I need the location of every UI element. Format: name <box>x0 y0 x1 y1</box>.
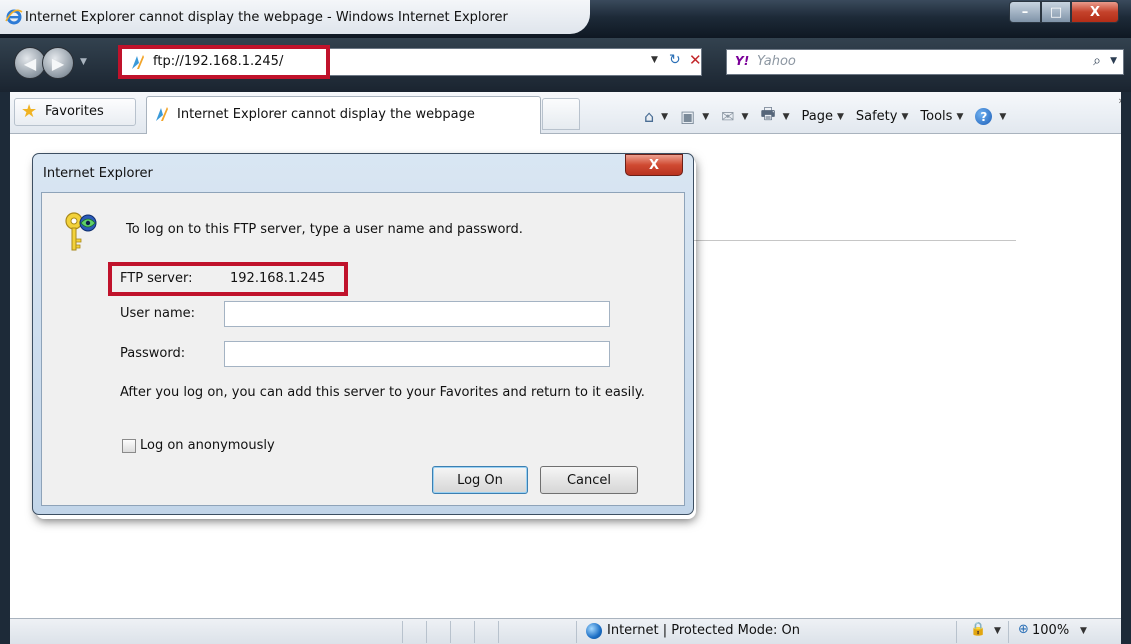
anonymous-checkbox[interactable] <box>122 439 136 453</box>
status-divider <box>498 621 499 643</box>
favorites-button[interactable]: ★ Favorites <box>14 98 136 126</box>
username-field[interactable] <box>224 301 610 327</box>
ftp-server-label: FTP server: <box>120 271 193 286</box>
navigation-bar: ◀ ▶ ▼ ftp://192.168.1.245/ ▼ ↻ ✕ Y! Yaho… <box>0 38 1131 92</box>
nav-buttons: ◀ ▶ ▼ <box>14 47 87 79</box>
status-bar: Internet | Protected Mode: On 🔒 ▼ ⊕ 100%… <box>10 618 1121 644</box>
home-dropdown[interactable]: ▼ <box>661 112 668 122</box>
window-frame-left <box>0 92 10 644</box>
safety-menu[interactable]: Safety ▼ <box>856 109 909 124</box>
window-titlebar: Internet Explorer cannot display the web… <box>0 0 1131 38</box>
zoom-dropdown[interactable]: ▼ <box>1080 626 1087 636</box>
cancel-button[interactable]: Cancel <box>540 466 638 494</box>
title-area: Internet Explorer cannot display the web… <box>0 0 590 34</box>
dialog-prompt: To log on to this FTP server, type a use… <box>126 222 523 237</box>
feeds-dropdown[interactable]: ▼ <box>702 112 709 122</box>
globe-icon <box>586 623 602 639</box>
status-divider <box>450 621 451 643</box>
password-field[interactable] <box>224 341 610 367</box>
zoom-level[interactable]: 100% <box>1032 623 1069 638</box>
dialog-close-button[interactable]: X <box>625 154 683 176</box>
dialog-body: To log on to this FTP server, type a use… <box>41 192 685 506</box>
search-input[interactable]: Yahoo <box>757 54 796 69</box>
yahoo-logo-icon: Y! <box>735 54 750 68</box>
feeds-button[interactable]: ▣ ▼ <box>680 107 709 126</box>
chevron-down-icon: ▼ <box>956 111 964 122</box>
key-icon <box>65 212 97 251</box>
print-dropdown[interactable]: ▼ <box>783 112 790 122</box>
zoom-icon[interactable]: ⊕ <box>1018 622 1029 637</box>
help-menu[interactable]: ? ▼ <box>975 108 1006 125</box>
stop-icon[interactable]: ✕ <box>689 51 702 69</box>
star-icon: ★ <box>21 101 38 122</box>
lock-icon[interactable]: 🔒 <box>970 622 986 637</box>
caption-buttons: – □ X <box>1009 1 1119 23</box>
search-icon[interactable]: ⌕ <box>1093 53 1101 69</box>
chevron-down-icon: ▼ <box>999 111 1007 122</box>
mail-dropdown[interactable]: ▼ <box>742 112 749 122</box>
chevron-down-icon: ▼ <box>836 111 844 122</box>
maximize-button[interactable]: □ <box>1041 1 1071 23</box>
security-zone-text[interactable]: Internet | Protected Mode: On <box>607 623 800 638</box>
mail-icon: ✉ <box>721 107 735 126</box>
mail-button[interactable]: ✉ ▼ <box>721 107 748 126</box>
favorites-note: After you log on, you can add this serve… <box>120 385 645 400</box>
status-divider <box>474 621 475 643</box>
window-frame-right <box>1121 92 1131 644</box>
anonymous-checkbox-label[interactable]: Log on anonymously <box>140 438 275 453</box>
address-highlight-box <box>118 45 330 79</box>
refresh-icon[interactable]: ↻ <box>669 52 681 68</box>
minimize-button[interactable]: – <box>1009 1 1041 23</box>
tab-current[interactable]: Internet Explorer cannot display the web… <box>146 96 541 134</box>
home-icon: ⌂ <box>644 107 655 126</box>
tools-menu[interactable]: Tools ▼ <box>920 109 963 124</box>
status-divider <box>1008 621 1009 643</box>
status-divider <box>402 621 403 643</box>
rss-icon: ▣ <box>680 107 696 126</box>
log-on-button[interactable]: Log On <box>432 466 528 494</box>
printer-icon: 🖶 <box>760 104 776 123</box>
status-divider <box>576 621 577 643</box>
favorites-tab-bar: ★ Favorites Internet Explorer cannot dis… <box>0 92 1131 134</box>
ftp-server-value: 192.168.1.245 <box>230 271 326 286</box>
close-window-button[interactable]: X <box>1071 1 1119 23</box>
status-divider <box>426 621 427 643</box>
page-menu-label: Page <box>801 109 833 124</box>
content-divider <box>694 240 1016 241</box>
search-dropdown[interactable]: ▼ <box>1110 56 1117 66</box>
forward-button[interactable]: ▶ <box>42 47 74 79</box>
print-button[interactable]: 🖶 ▼ <box>760 103 789 130</box>
recent-pages-dropdown[interactable]: ▼ <box>80 57 87 79</box>
status-divider <box>956 621 957 643</box>
command-bar: ⌂ ▼ ▣ ▼ ✉ ▼ 🖶 ▼ Page ▼ Safety ▼ Tools ▼ … <box>644 103 1006 130</box>
search-box[interactable]: Y! Yahoo ⌕ ▼ <box>726 49 1124 75</box>
ftp-folder-icon <box>156 107 168 121</box>
lock-dropdown[interactable]: ▼ <box>994 626 1001 636</box>
tab-label: Internet Explorer cannot display the web… <box>177 107 475 122</box>
home-button[interactable]: ⌂ ▼ <box>644 107 668 126</box>
dialog-title: Internet Explorer <box>43 166 153 181</box>
window-title: Internet Explorer cannot display the web… <box>25 10 508 25</box>
username-label: User name: <box>120 306 196 321</box>
safety-menu-label: Safety <box>855 109 898 124</box>
favorites-label: Favorites <box>45 104 104 119</box>
address-dropdown[interactable]: ▼ <box>651 55 658 65</box>
page-menu[interactable]: Page ▼ <box>801 109 843 124</box>
ie-logo-icon <box>5 9 23 25</box>
ftp-login-dialog: Internet Explorer X To log on to this FT… <box>32 153 694 515</box>
chevron-down-icon: ▼ <box>901 111 909 122</box>
help-icon: ? <box>975 108 993 125</box>
new-tab-button[interactable] <box>542 98 580 130</box>
tools-menu-label: Tools <box>920 109 953 124</box>
password-label: Password: <box>120 346 186 361</box>
